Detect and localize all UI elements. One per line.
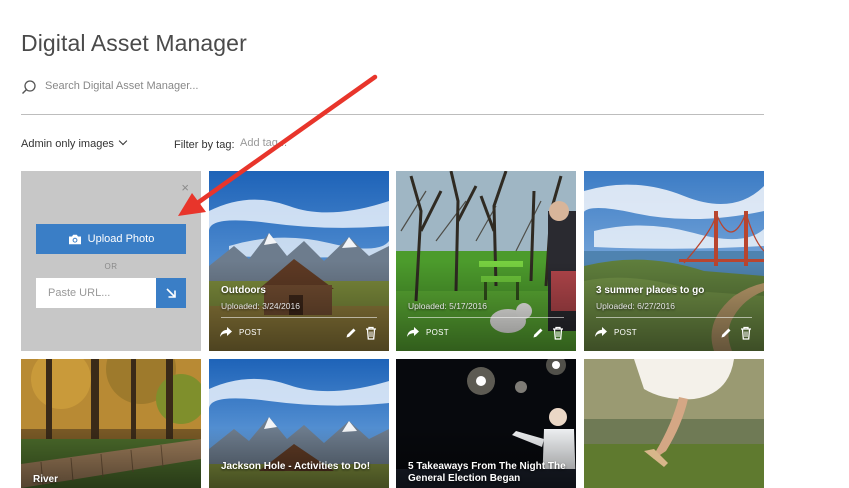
- visibility-dropdown-label: Admin only images: [21, 138, 114, 150]
- search-icon: [22, 80, 36, 94]
- card-title: Outdoors: [221, 285, 266, 296]
- post-label: POST: [426, 327, 449, 337]
- card-title: 3 summer places to go: [596, 285, 705, 296]
- asset-thumbnail: [584, 359, 764, 488]
- page-title: Digital Asset Manager: [21, 30, 247, 56]
- card-upload-date: Uploaded: 6/27/2016: [596, 301, 675, 311]
- asset-card[interactable]: River: [21, 359, 201, 488]
- chevron-down-icon: [118, 136, 128, 146]
- asset-card[interactable]: 3 summer places to go Uploaded: 6/27/201…: [584, 171, 764, 351]
- share-icon: [220, 327, 232, 337]
- search-bar: [21, 74, 764, 115]
- trash-icon[interactable]: [552, 326, 564, 340]
- or-separator: OR: [104, 262, 118, 271]
- post-button[interactable]: POST: [594, 326, 637, 338]
- tag-filter-label: Filter by tag:: [174, 139, 235, 151]
- card-divider: [596, 317, 752, 318]
- paste-url-input[interactable]: [36, 278, 156, 308]
- card-title: River: [33, 474, 59, 485]
- card-title: Jackson Hole - Activities to Do!: [221, 461, 371, 472]
- card-actions: POST: [219, 326, 377, 342]
- share-icon: [407, 327, 419, 337]
- card-actions: POST: [594, 326, 752, 342]
- close-icon[interactable]: ×: [181, 181, 189, 194]
- asset-card[interactable]: 5 Takeaways From The Night The General E…: [396, 359, 576, 488]
- post-label: POST: [239, 327, 262, 337]
- asset-card[interactable]: Outdoors Uploaded: 3/24/2016 POST: [209, 171, 389, 351]
- card-divider: [221, 317, 377, 318]
- asset-card[interactable]: Jackson Hole - Activities to Do!: [209, 359, 389, 488]
- pencil-icon[interactable]: [345, 327, 357, 339]
- card-actions: POST: [406, 326, 564, 342]
- pencil-icon[interactable]: [532, 327, 544, 339]
- arrow-down-right-icon: [166, 288, 176, 298]
- post-button[interactable]: POST: [219, 326, 262, 338]
- upload-panel: × Upload Photo OR: [21, 171, 201, 351]
- pencil-icon[interactable]: [720, 327, 732, 339]
- search-input[interactable]: [45, 76, 645, 96]
- card-overlay: [209, 428, 389, 488]
- asset-card[interactable]: [584, 359, 764, 488]
- tag-filter-input[interactable]: [240, 135, 350, 151]
- camera-icon: [68, 234, 81, 244]
- trash-icon[interactable]: [365, 326, 377, 340]
- post-label: POST: [614, 327, 637, 337]
- card-upload-date: Uploaded: 5/17/2016: [408, 301, 487, 311]
- card-divider: [408, 317, 564, 318]
- card-upload-date: Uploaded: 3/24/2016: [221, 301, 300, 311]
- post-button[interactable]: POST: [406, 326, 449, 338]
- card-title: 5 Takeaways From The Night The General E…: [408, 461, 566, 484]
- visibility-dropdown[interactable]: Admin only images: [21, 136, 128, 150]
- share-icon: [595, 327, 607, 337]
- trash-icon[interactable]: [740, 326, 752, 340]
- upload-photo-button[interactable]: Upload Photo: [36, 224, 186, 254]
- asset-card[interactable]: Uploaded: 5/17/2016 POST: [396, 171, 576, 351]
- upload-photo-label: Upload Photo: [87, 233, 155, 245]
- url-submit-button[interactable]: [156, 278, 186, 308]
